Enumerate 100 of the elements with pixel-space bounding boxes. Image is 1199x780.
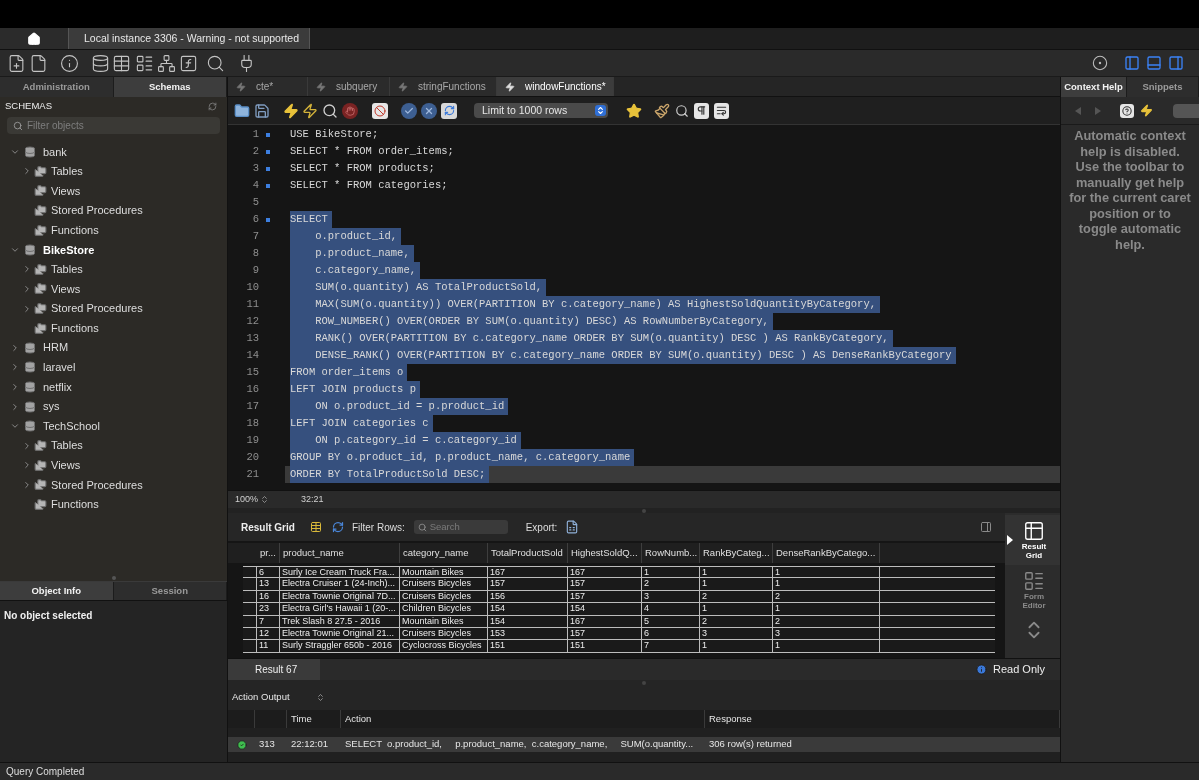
file-icon[interactable]	[29, 53, 48, 73]
circle-dot-icon[interactable]	[1092, 55, 1108, 71]
editor-tab[interactable]: stringFunctions	[390, 77, 497, 96]
editor-tab[interactable]: cte*	[228, 77, 308, 96]
tree-item[interactable]: Views	[51, 280, 81, 298]
table-icon[interactable]	[309, 521, 322, 533]
line-number: 11	[246, 298, 259, 310]
editor-tab[interactable]: subquery	[308, 77, 390, 96]
tab[interactable]: Context Help	[1061, 77, 1127, 97]
sidebar-right-icon[interactable]	[1168, 55, 1184, 71]
filter-field[interactable]: Filter objects	[7, 117, 220, 134]
star-icon[interactable]	[626, 102, 642, 119]
chevrons-up-down-icon[interactable]	[260, 495, 270, 504]
table-cell: 2	[773, 590, 880, 603]
file-plus-icon[interactable]	[7, 53, 26, 73]
home-button[interactable]	[0, 28, 68, 49]
tree-item[interactable]: Stored Procedures	[51, 202, 143, 219]
schema-name[interactable]: laravel	[43, 359, 76, 376]
chevron-right-icon[interactable]	[22, 479, 32, 490]
home-icon[interactable]	[27, 31, 41, 46]
table-cell: 154	[488, 615, 568, 627]
tab[interactable]: Schemas	[113, 77, 227, 97]
tree-item[interactable]: Stored Procedures	[51, 476, 143, 494]
chevron-right-icon[interactable]	[22, 460, 32, 471]
info-icon[interactable]	[60, 53, 79, 73]
schema-name[interactable]: TechSchool	[43, 417, 100, 435]
lightning-icon[interactable]	[302, 102, 318, 119]
tree-item[interactable]: Functions	[51, 496, 99, 513]
schema-name[interactable]: bank	[43, 143, 67, 161]
panel-title[interactable]: Action Output	[232, 689, 290, 705]
chevron-right-icon[interactable]	[22, 166, 32, 177]
view-tab[interactable]: Form Editor	[1005, 565, 1060, 615]
list-icon[interactable]	[135, 53, 154, 73]
lightning-icon[interactable]	[283, 102, 299, 119]
tree-item[interactable]: Views	[51, 182, 81, 200]
save-icon[interactable]	[254, 102, 270, 119]
panel-bottom-icon[interactable]	[1146, 55, 1162, 71]
schema-name[interactable]: HRM	[43, 339, 69, 356]
panel-right-icon[interactable]	[980, 521, 992, 533]
tab[interactable]: Session	[113, 582, 227, 600]
tree-item[interactable]: Tables	[51, 261, 83, 278]
connection-tab[interactable]: Local instance 3306 - Warning - not supported	[68, 28, 310, 49]
chevron-right-icon[interactable]	[22, 283, 32, 294]
chevron-right-icon[interactable]	[10, 342, 20, 353]
view-tab[interactable]: Result Grid	[1005, 515, 1060, 565]
line-number: 7	[252, 230, 259, 242]
column-header[interactable]: product_name	[280, 543, 400, 563]
column-header[interactable]: DenseRankByCatego...	[773, 543, 880, 563]
spreadsheet-icon[interactable]	[565, 520, 580, 534]
tab[interactable]: Object Info	[0, 582, 114, 600]
schema-name[interactable]: netflix	[43, 378, 72, 396]
refresh-icon[interactable]	[441, 102, 457, 119]
input-field[interactable]	[1173, 103, 1199, 118]
chevron-right-icon[interactable]	[10, 362, 20, 373]
chevron-right-icon[interactable]	[10, 381, 20, 392]
line-number: 18	[246, 417, 259, 429]
folders-icon	[34, 302, 47, 316]
search-icon[interactable]	[675, 103, 689, 118]
tree-item[interactable]: Tables	[51, 437, 83, 454]
table-icon[interactable]	[112, 53, 131, 73]
tree-item[interactable]: Functions	[51, 319, 99, 337]
limit-rows-dropdown[interactable]: Limit to 1000 rows	[474, 103, 608, 118]
brush-icon[interactable]	[654, 102, 670, 119]
tree-item[interactable]: Views	[51, 457, 81, 474]
chevron-right-icon[interactable]	[10, 401, 20, 412]
tree-item[interactable]: Functions	[51, 221, 99, 239]
result-tab[interactable]: Result 67	[228, 659, 320, 680]
lightning-icon[interactable]	[1140, 104, 1153, 117]
column-header[interactable]: HighestSoldQ...	[568, 543, 642, 563]
wrap-text-icon[interactable]	[714, 102, 729, 119]
tree-item[interactable]: Stored Procedures	[51, 300, 143, 317]
magnifier-icon[interactable]	[322, 102, 338, 119]
sidebar-left-icon[interactable]	[1124, 55, 1140, 71]
editor-tab[interactable]: windowFunctions*	[497, 77, 614, 96]
log-row[interactable]: 313 22:12:01 SELECT o.product_id, p.product_name, c.category_name, SUM(o.quantity... 306 row(s) returned	[228, 737, 1060, 752]
schema-name[interactable]: BikeStore	[43, 241, 95, 258]
function-icon[interactable]	[179, 53, 198, 73]
column-header[interactable]: RowNumb...	[642, 543, 700, 563]
network-icon[interactable]	[157, 53, 176, 73]
pilcrow-icon[interactable]	[694, 102, 709, 119]
column-header[interactable]: pr...	[257, 543, 280, 563]
zoom-level[interactable]: 100%	[235, 492, 259, 507]
column-header[interactable]: RankByCateg...	[700, 543, 773, 563]
chevron-right-icon[interactable]	[22, 440, 32, 451]
schema-name[interactable]: sys	[43, 398, 60, 415]
chevrons-up-down-icon[interactable]	[315, 692, 325, 702]
tree-item[interactable]: Tables	[51, 163, 83, 180]
line-number: 16	[246, 383, 259, 395]
chevron-right-icon[interactable]	[22, 303, 32, 314]
ban-icon[interactable]	[372, 102, 388, 119]
column-header[interactable]: category_name	[400, 543, 488, 563]
tab[interactable]: Administration	[0, 77, 114, 97]
help-icon[interactable]	[1120, 103, 1134, 118]
stop-hand-icon[interactable]	[342, 102, 358, 119]
column-header[interactable]: TotalProductSold	[488, 543, 568, 563]
chevron-right-icon[interactable]	[22, 264, 32, 275]
filter-label: Filter Rows:	[351, 520, 405, 535]
database-icon[interactable]	[91, 53, 110, 73]
folder-icon[interactable]	[234, 102, 250, 119]
search-icon[interactable]	[206, 53, 225, 73]
